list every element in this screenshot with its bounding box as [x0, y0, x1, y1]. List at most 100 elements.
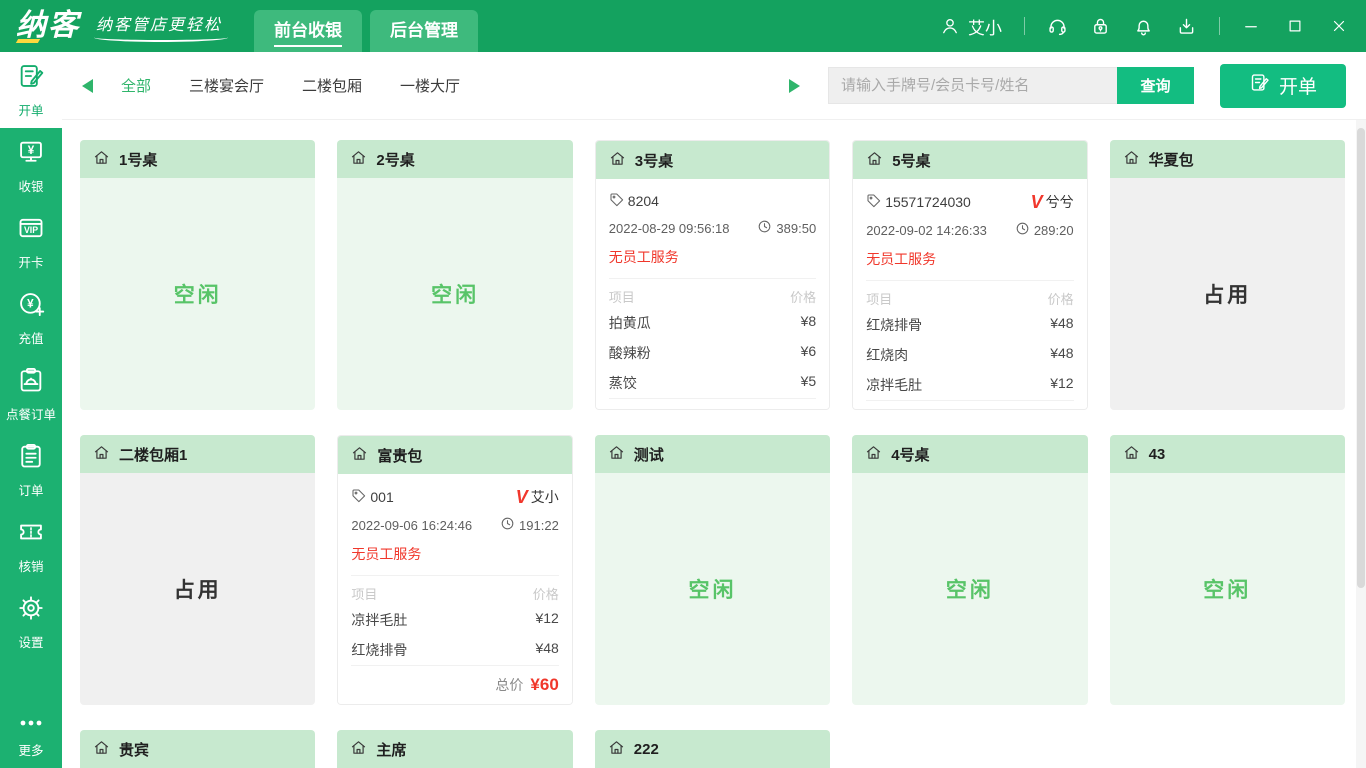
user-name: 艾小 [968, 14, 1002, 39]
topbar-divider [1024, 17, 1025, 35]
search-button[interactable]: 查询 [1117, 67, 1194, 104]
vertical-scrollbar[interactable] [1356, 120, 1366, 768]
sidebar-item-label: 开卡 [18, 252, 43, 271]
minimize-icon[interactable] [1242, 17, 1260, 35]
lock-icon[interactable] [1090, 16, 1111, 37]
tab-front-cashier[interactable]: 前台收银 [254, 10, 362, 52]
table-card-222[interactable]: 222 [595, 730, 830, 768]
sidebar-item-cashier[interactable]: ¥ 收银 [0, 128, 62, 204]
category-lobby-1f[interactable]: 一楼大厅 [400, 75, 460, 96]
status-text: 空闲 [1203, 574, 1251, 604]
scrollbar-thumb[interactable] [1357, 128, 1365, 588]
sidebar-item-dish-orders[interactable]: 点餐订单 [0, 356, 62, 432]
sidebar-item-settings[interactable]: 设置 [0, 584, 62, 660]
tab-backend-manage[interactable]: 后台管理 [370, 10, 478, 52]
house-icon [350, 739, 367, 760]
sidebar-item-open-order[interactable]: 开单 [0, 52, 62, 128]
tag-number: 8204 [628, 193, 659, 209]
logo-slogan: 纳客管店更轻松 [96, 11, 222, 42]
table-card-guibin[interactable]: 贵宾 [80, 730, 315, 768]
search-input[interactable] [828, 67, 1117, 104]
sidebar-item-label: 核销 [18, 556, 43, 575]
table-card-fugui[interactable]: 富贵包 001 V 艾小 2022-09-06 16:2 [337, 435, 572, 705]
order-total-row: 总价 ¥60 [351, 665, 558, 705]
topbar-divider [1219, 17, 1220, 35]
table-card-5[interactable]: 5号桌 15571724030 V 兮兮 2022-09 [852, 140, 1087, 410]
table-status-body: 空闲 [80, 178, 315, 410]
order-meta: 15571724030 V 兮兮 [866, 192, 1073, 212]
item-price: ¥48 [1050, 345, 1073, 365]
bell-icon[interactable] [1133, 16, 1154, 37]
table-card-zhuxi[interactable]: 主席 [337, 730, 572, 768]
status-text: 空闲 [174, 279, 222, 309]
total-value: ¥19 [788, 408, 816, 410]
item-col-label: 项目 [609, 287, 635, 306]
table-card-3[interactable]: 3号桌 8204 2022-08-29 09:56:18 389:50 [595, 140, 830, 410]
sidebar-item-verify[interactable]: 核销 [0, 508, 62, 584]
sidebar-item-more[interactable]: 更多 [0, 706, 62, 768]
house-icon [1123, 149, 1140, 170]
user-account[interactable]: 艾小 [940, 14, 1002, 39]
maximize-icon[interactable] [1286, 17, 1304, 35]
order-item: 拍黄瓜 ¥8 [609, 308, 816, 338]
window-controls [1242, 17, 1348, 35]
table-card-2[interactable]: 2号桌 空闲 [337, 140, 572, 410]
table-card-4[interactable]: 4号桌 空闲 [852, 435, 1087, 705]
order-item: 红烧排骨 ¥48 [866, 310, 1073, 340]
table-card-room2f-1[interactable]: 二楼包厢1 占用 [80, 435, 315, 705]
house-icon [93, 739, 110, 760]
download-icon[interactable] [1176, 16, 1197, 37]
recharge-yen-icon: ¥ [17, 290, 45, 323]
duration-value: 289:20 [1034, 223, 1074, 238]
logo-text: 纳客 [16, 11, 80, 41]
tables-content: 1号桌 空闲 2号桌 空闲 3号桌 [62, 120, 1366, 768]
filter-bar: 全部 三楼宴会厅 二楼包厢 一楼大厅 查询 开单 [62, 52, 1366, 120]
table-card-1[interactable]: 1号桌 空闲 [80, 140, 315, 410]
item-price: ¥12 [535, 610, 558, 630]
prev-arrow-icon[interactable] [82, 79, 93, 93]
headset-icon[interactable] [1047, 16, 1068, 37]
items-header: 项目 价格 [866, 281, 1073, 310]
table-name: 222 [634, 741, 659, 758]
table-card-header: 贵宾 [80, 730, 315, 768]
ticket-icon [17, 518, 45, 551]
table-card-test[interactable]: 测试 空闲 [595, 435, 830, 705]
sidebar-item-orders[interactable]: 订单 [0, 432, 62, 508]
item-name: 红烧肉 [866, 345, 908, 365]
sidebar: 开单 ¥ 收银 VIP 开卡 ¥ 充值 点餐订单 订单 核销 [0, 52, 62, 768]
item-name: 红烧排骨 [351, 640, 407, 660]
table-name: 3号桌 [635, 150, 673, 171]
member-name: 艾小 [531, 487, 559, 507]
member-name: 兮兮 [1046, 192, 1074, 212]
table-card-huaxia[interactable]: 华夏包 占用 [1110, 140, 1345, 410]
svg-text:¥: ¥ [27, 297, 34, 310]
open-order-button-label: 开单 [1279, 72, 1317, 99]
order-time-row: 2022-09-06 16:24:46 191:22 [351, 516, 558, 534]
sidebar-item-open-card[interactable]: VIP 开卡 [0, 204, 62, 280]
app-logo: 纳客 纳客管店更轻松 [16, 11, 222, 42]
clock-icon [1015, 221, 1030, 239]
next-arrow-icon[interactable] [789, 79, 800, 93]
item-name: 凉拌毛肚 [351, 610, 407, 630]
doc-pen-icon [17, 62, 45, 95]
clock-icon [500, 516, 515, 534]
price-col-label: 价格 [533, 584, 559, 603]
more-dots-icon [18, 716, 44, 735]
main-nav-tabs: 前台收银 后台管理 [254, 10, 478, 52]
close-icon[interactable] [1330, 17, 1348, 35]
category-private-room-2f[interactable]: 二楼包厢 [302, 75, 362, 96]
search-group: 查询 [828, 67, 1194, 104]
open-order-button[interactable]: 开单 [1220, 64, 1346, 108]
order-details: 15571724030 V 兮兮 2022-09-02 14:26:33 289… [853, 179, 1086, 410]
table-card-43[interactable]: 43 空闲 [1110, 435, 1345, 705]
category-banquet-hall-3f[interactable]: 三楼宴会厅 [189, 75, 264, 96]
price-col-label: 价格 [1048, 289, 1074, 308]
house-icon [609, 150, 626, 171]
category-all[interactable]: 全部 [121, 75, 151, 96]
order-item: 凉拌毛肚 ¥12 [866, 370, 1073, 400]
house-icon [866, 150, 883, 171]
sidebar-item-recharge[interactable]: ¥ 充值 [0, 280, 62, 356]
area-category-tabs: 全部 三楼宴会厅 二楼包厢 一楼大厅 [121, 75, 460, 96]
member-badge: V 兮兮 [1031, 192, 1074, 212]
total-label: 总价 [495, 675, 523, 695]
